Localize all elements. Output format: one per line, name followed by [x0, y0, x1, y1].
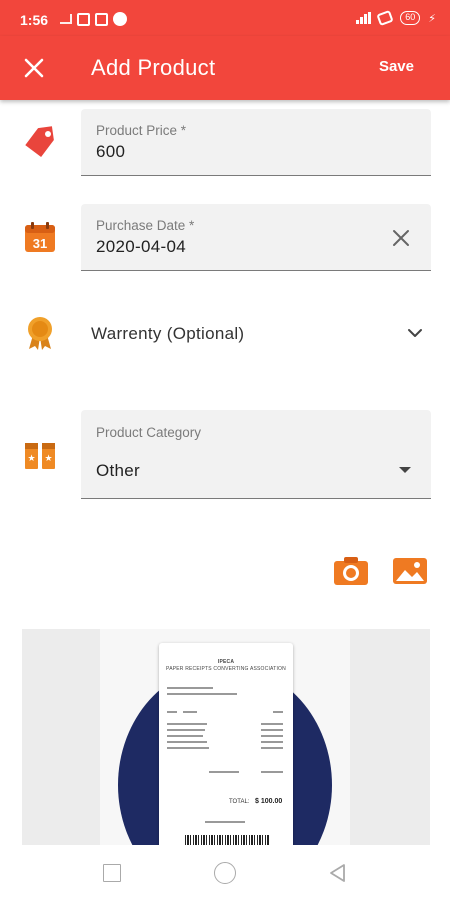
close-icon	[393, 230, 409, 246]
purchase-date-field[interactable]: Purchase Date * 2020-04-04	[81, 204, 431, 271]
product-price-value: 600	[96, 142, 126, 161]
product-category-value: Other	[96, 461, 141, 480]
close-icon	[24, 58, 44, 78]
app-bar: Add Product Save	[0, 36, 450, 100]
calendar-icon: 31	[22, 219, 58, 255]
status-right-icons: 60 ⚡	[356, 9, 436, 27]
award-ribbon-icon	[22, 315, 58, 351]
svg-text:31: 31	[33, 236, 47, 251]
purchase-date-label: Purchase Date *	[96, 218, 195, 233]
vibrate-icon	[376, 9, 394, 27]
receipt-subheader: PAPER RECEIPTS CONVERTING ASSOCIATION	[166, 666, 286, 672]
product-price-label: Product Price *	[96, 123, 187, 138]
status-bar: 1:56 60 ⚡	[0, 0, 450, 36]
receipt-total-value: $ 100.00	[255, 798, 283, 805]
app-notification-icon	[77, 12, 90, 26]
svg-text:★: ★	[27, 454, 35, 464]
camera-icon[interactable]	[333, 556, 369, 586]
status-time: 1:56	[20, 12, 49, 28]
product-category-label: Product Category	[96, 425, 202, 440]
app-notification-icon	[113, 12, 127, 26]
page-title: Add Product	[91, 55, 216, 80]
save-button[interactable]: Save	[379, 58, 414, 75]
home-button[interactable]	[214, 862, 236, 884]
category-icon: ★ ★	[22, 438, 58, 474]
recents-button[interactable]	[103, 864, 121, 882]
purchase-date-value: 2020-04-04	[96, 237, 186, 256]
close-button[interactable]	[14, 48, 54, 88]
product-category-field[interactable]: Product Category Other	[81, 410, 431, 499]
gallery-icon[interactable]	[392, 556, 428, 586]
receipt-header: IPECA	[217, 659, 235, 665]
product-price-field[interactable]: Product Price * 600	[81, 109, 431, 176]
app-notification-icon	[95, 12, 108, 26]
battery-icon: 60	[400, 11, 421, 25]
charging-icon: ⚡	[428, 12, 436, 25]
clear-date-button[interactable]	[389, 226, 413, 250]
receipt-paper: IPECA PAPER RECEIPTS CONVERTING ASSOCIAT…	[159, 643, 293, 845]
signal-notification-icon	[60, 14, 72, 24]
warranty-dropdown-label[interactable]: Warrenty (Optional)	[91, 324, 244, 344]
receipt-image[interactable]: IPECA PAPER RECEIPTS CONVERTING ASSOCIAT…	[22, 629, 430, 845]
cell-signal-icon	[356, 12, 372, 24]
dropdown-arrow-icon	[399, 467, 411, 473]
back-triangle-icon	[330, 864, 345, 882]
back-button[interactable]	[328, 863, 348, 883]
chevron-down-icon[interactable]	[405, 325, 425, 341]
receipt-barcode	[185, 835, 269, 845]
system-nav-bar	[0, 845, 450, 900]
receipt-total-label: TOTAL:	[229, 799, 250, 805]
svg-text:★: ★	[44, 454, 52, 464]
price-tag-icon	[22, 124, 58, 160]
notification-icons	[60, 12, 127, 26]
